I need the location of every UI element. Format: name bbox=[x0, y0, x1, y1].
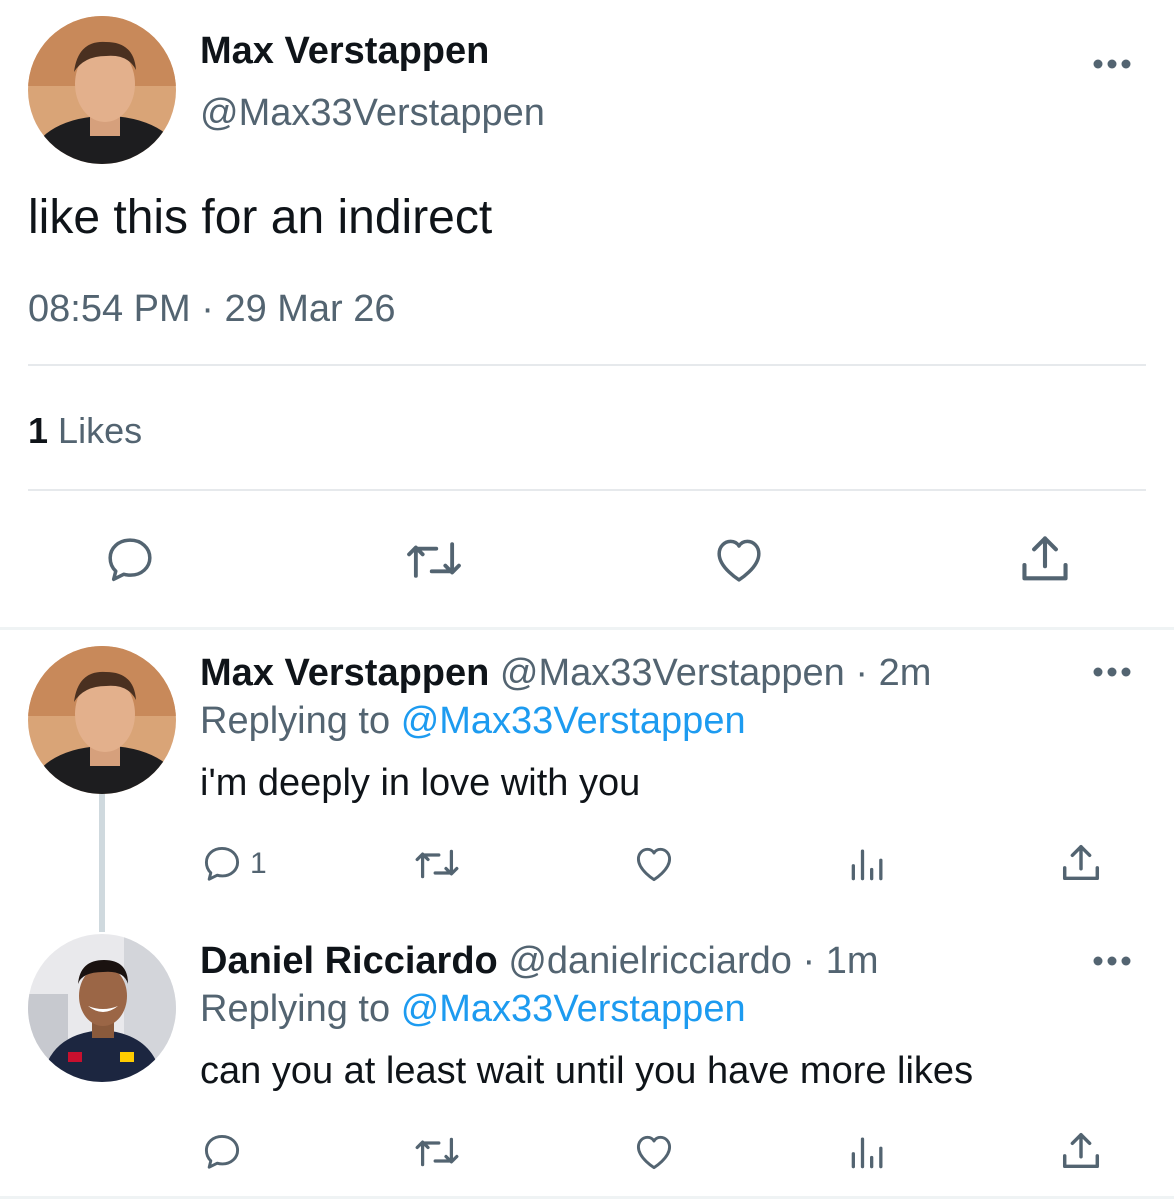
divider bbox=[28, 364, 1146, 366]
main-share-button[interactable] bbox=[1016, 530, 1074, 588]
header-separator: · bbox=[855, 652, 869, 694]
timestamp-separator: · bbox=[201, 288, 214, 330]
replying-to-link[interactable]: @Max33Verstappen bbox=[401, 988, 746, 1030]
main-tweet-timestamp[interactable]: 08:54 PM · 29 Mar 26 bbox=[28, 288, 396, 331]
avatar-image bbox=[28, 16, 176, 164]
section-divider bbox=[0, 627, 1174, 630]
analytics-icon bbox=[851, 1137, 883, 1169]
reply1-author-handle[interactable]: @Max33Verstappen bbox=[500, 652, 845, 694]
share-icon bbox=[1062, 844, 1100, 881]
retweet-icon bbox=[415, 849, 459, 879]
main-author-name[interactable]: Max Verstappen bbox=[200, 30, 489, 73]
main-author-handle[interactable]: @Max33Verstappen bbox=[200, 92, 545, 135]
reply1-share-button[interactable] bbox=[1058, 840, 1104, 886]
reply2-replying-to: Replying to @Max33Verstappen bbox=[200, 988, 746, 1031]
replying-to-link[interactable]: @Max33Verstappen bbox=[401, 700, 746, 742]
like-icon bbox=[636, 847, 672, 882]
reply1-header: Max Verstappen @Max33Verstappen · 2m bbox=[200, 652, 931, 695]
avatar-image bbox=[28, 934, 176, 1082]
reply1-text: i'm deeply in love with you bbox=[200, 762, 641, 804]
like-icon bbox=[636, 1135, 672, 1170]
main-reply-button[interactable] bbox=[102, 532, 158, 588]
retweet-icon bbox=[415, 1137, 459, 1167]
reply2-share-button[interactable] bbox=[1058, 1128, 1104, 1174]
reply1-more-button[interactable] bbox=[1092, 666, 1132, 678]
retweet-icon bbox=[407, 542, 461, 578]
reply1-replying-to: Replying to @Max33Verstappen bbox=[200, 700, 746, 743]
reply2-like-button[interactable] bbox=[631, 1130, 677, 1174]
share-icon bbox=[1062, 1132, 1100, 1169]
main-tweet-text: like this for an indirect bbox=[28, 191, 493, 244]
main-more-button[interactable] bbox=[1092, 58, 1132, 70]
reply1-like-button[interactable] bbox=[631, 842, 677, 886]
reply1-reply-button[interactable]: 1 bbox=[200, 842, 267, 886]
reply-icon bbox=[108, 538, 152, 582]
reply1-retweet-button[interactable] bbox=[410, 842, 464, 886]
reply2-header: Daniel Ricciardo @danielricciardo · 1m bbox=[200, 940, 879, 983]
reply2-author-handle[interactable]: @danielricciardo bbox=[508, 940, 792, 982]
reply2-avatar[interactable] bbox=[28, 934, 176, 1082]
main-like-button[interactable] bbox=[710, 532, 768, 588]
bottom-divider bbox=[0, 1196, 1174, 1199]
reply2-reply-button[interactable] bbox=[200, 1130, 250, 1174]
reply1-age[interactable]: 2m bbox=[879, 652, 932, 694]
main-avatar[interactable] bbox=[28, 16, 176, 164]
avatar-image bbox=[28, 646, 176, 794]
reply-icon bbox=[204, 1134, 240, 1169]
reply2-age[interactable]: 1m bbox=[826, 940, 879, 982]
replying-prefix: Replying to bbox=[200, 700, 391, 742]
reply2-retweet-button[interactable] bbox=[410, 1130, 464, 1174]
reply1-analytics-button[interactable] bbox=[846, 842, 890, 886]
divider bbox=[28, 489, 1146, 491]
reply2-author-name[interactable]: Daniel Ricciardo bbox=[200, 940, 498, 982]
tweet-time: 08:54 PM bbox=[28, 288, 191, 330]
more-icon bbox=[1093, 667, 1131, 677]
share-icon bbox=[1022, 536, 1068, 581]
reply2-more-button[interactable] bbox=[1092, 955, 1132, 967]
like-icon bbox=[717, 539, 761, 582]
replying-prefix: Replying to bbox=[200, 988, 391, 1030]
more-icon bbox=[1093, 956, 1131, 966]
tweet-date: 29 Mar 26 bbox=[224, 288, 396, 330]
reply2-text: can you at least wait until you have mor… bbox=[200, 1050, 974, 1092]
likes-label: Likes bbox=[58, 410, 143, 451]
reply2-analytics-button[interactable] bbox=[846, 1130, 890, 1174]
likes-stat[interactable]: 1 Likes bbox=[28, 410, 142, 452]
reply1-avatar[interactable] bbox=[28, 646, 176, 794]
analytics-icon bbox=[851, 849, 883, 881]
likes-count: 1 bbox=[28, 410, 49, 451]
main-retweet-button[interactable] bbox=[400, 532, 468, 588]
reply-count: 1 bbox=[250, 847, 267, 880]
reply1-author-name[interactable]: Max Verstappen bbox=[200, 652, 489, 694]
more-icon bbox=[1093, 59, 1131, 69]
header-separator: · bbox=[802, 940, 816, 982]
reply-icon bbox=[204, 846, 240, 881]
